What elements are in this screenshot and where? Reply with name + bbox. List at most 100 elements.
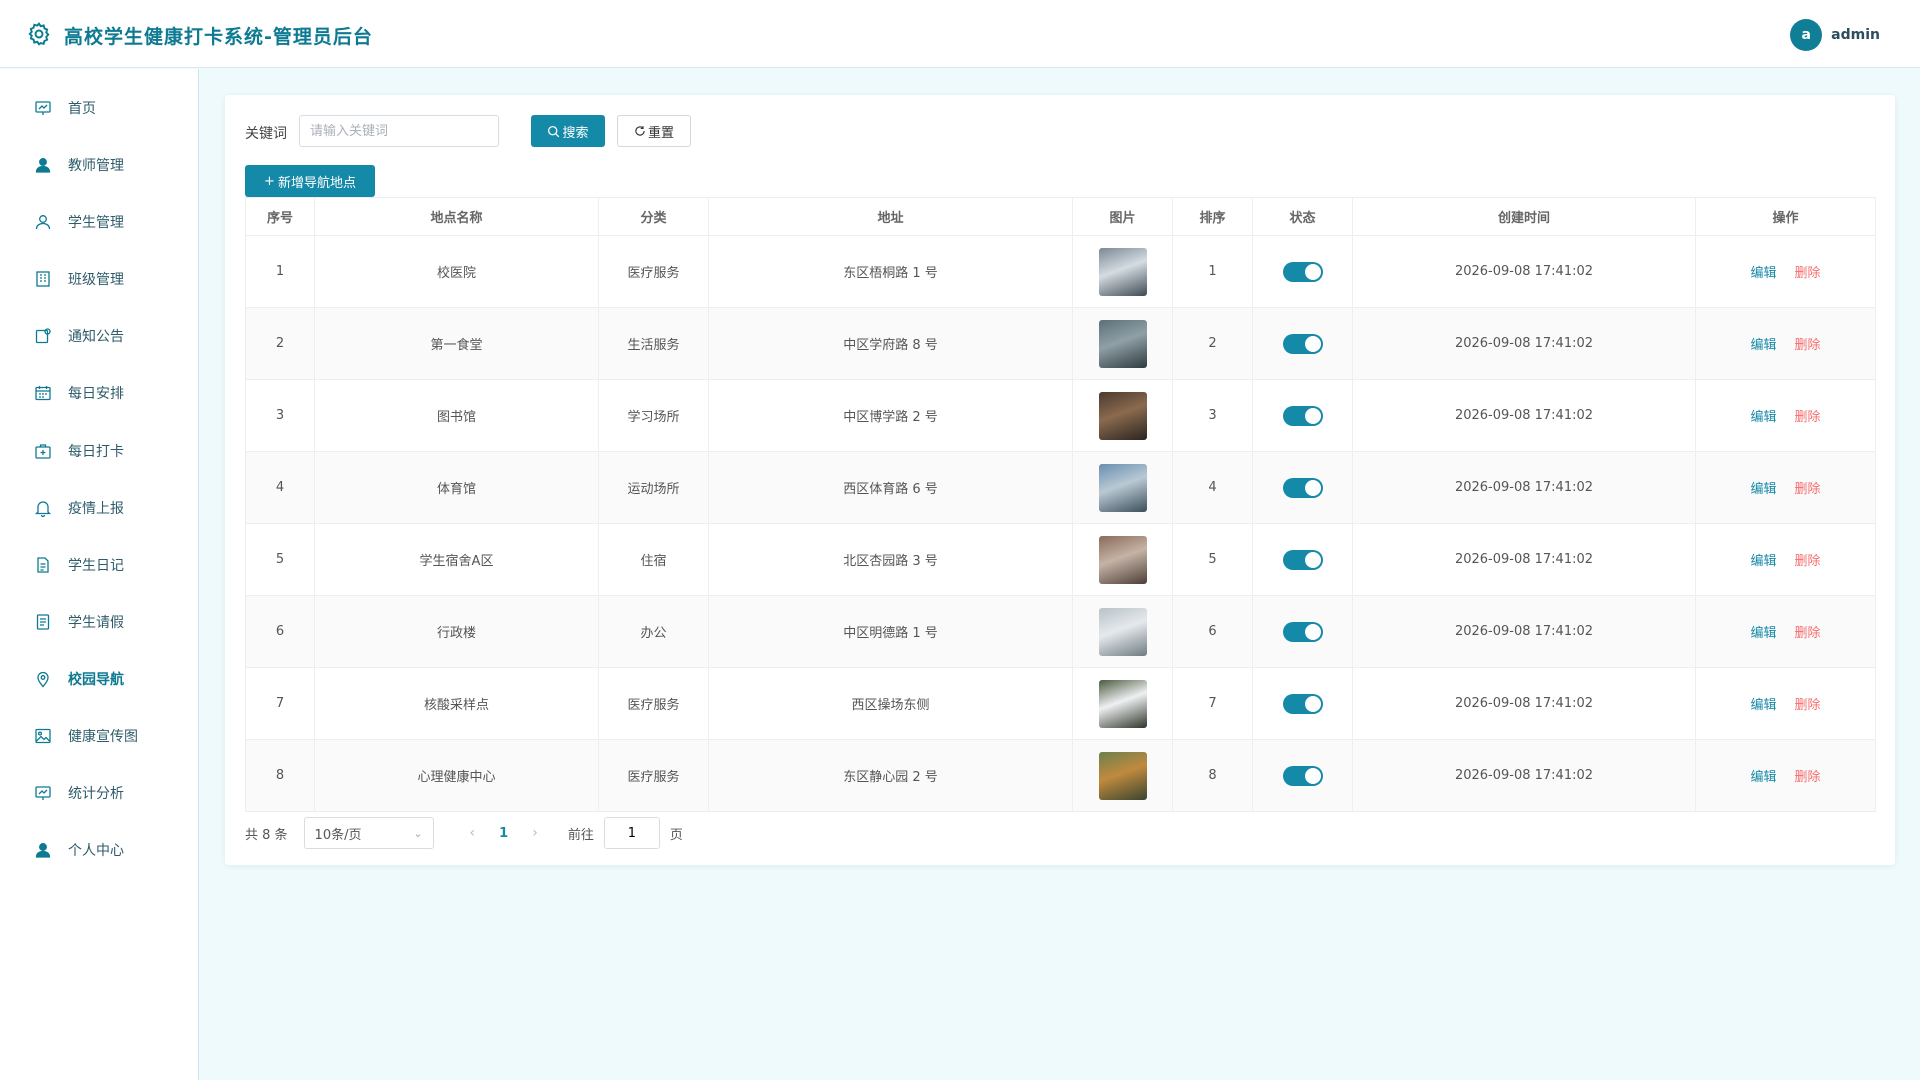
table-header-row: 序号 地点名称 分类 地址 图片 排序 状态 创建时间 操作 (245, 197, 1876, 236)
delete-link[interactable]: 删除 (1795, 410, 1821, 425)
cell-status (1252, 379, 1353, 452)
cell-status (1252, 523, 1353, 596)
sidebar-item-3[interactable]: 班级管理 (0, 259, 199, 299)
page-unit-label: 页 (669, 827, 683, 843)
next-page-icon[interactable]: › (532, 825, 538, 841)
status-toggle[interactable] (1282, 333, 1323, 354)
delete-link[interactable]: 删除 (1795, 266, 1821, 281)
cell-actions: 编辑 删除 (1695, 451, 1876, 524)
add-location-button[interactable]: + 新增导航地点 (245, 165, 375, 197)
username[interactable]: admin (1831, 27, 1880, 43)
cell-category: 生活服务 (598, 307, 709, 380)
cell-actions: 编辑 删除 (1695, 523, 1876, 596)
cell-status (1252, 667, 1353, 740)
location-thumbnail[interactable] (1098, 607, 1147, 656)
goto-page-input[interactable] (603, 817, 660, 849)
edit-link[interactable]: 编辑 (1750, 410, 1776, 425)
page-number-current[interactable]: 1 (499, 826, 508, 841)
sidebar-item-7[interactable]: 疫情上报 (0, 488, 199, 528)
cell-no: 1 (245, 235, 315, 308)
picture-icon (35, 728, 51, 744)
cell-actions: 编辑 删除 (1695, 235, 1876, 308)
sidebar-item-8[interactable]: 学生日记 (0, 545, 199, 585)
sidebar-item-11[interactable]: 健康宣传图 (0, 716, 199, 756)
edit-link[interactable]: 编辑 (1750, 482, 1776, 497)
sidebar-item-2[interactable]: 学生管理 (0, 202, 199, 242)
status-toggle[interactable] (1282, 621, 1323, 642)
cell-image (1072, 451, 1173, 524)
page-size-select[interactable]: 10条/页 ⌄ (303, 817, 434, 849)
table-row: 2 第一食堂 生活服务 中区学府路 8 号 2 2026-09-08 17:41:02 编辑… (245, 307, 1876, 380)
cell-category: 办公 (598, 595, 709, 668)
location-thumbnail[interactable] (1098, 319, 1147, 368)
keyword-input[interactable] (299, 115, 499, 147)
status-toggle[interactable] (1282, 693, 1323, 714)
edit-link[interactable]: 编辑 (1750, 626, 1776, 641)
search-button[interactable]: 搜索 (531, 115, 605, 147)
building-icon (36, 271, 50, 287)
user-outline-icon (35, 215, 51, 230)
sidebar-item-1[interactable]: 教师管理 (0, 145, 199, 185)
column-header: 地址 (708, 197, 1073, 236)
cell-category: 住宿 (598, 523, 709, 596)
edit-link[interactable]: 编辑 (1750, 554, 1776, 569)
cell-name: 体育馆 (314, 451, 599, 524)
prev-page-icon[interactable]: ‹ (470, 825, 476, 841)
location-thumbnail[interactable] (1098, 247, 1147, 296)
cell-sort: 8 (1172, 739, 1253, 812)
delete-link[interactable]: 删除 (1795, 482, 1821, 497)
pagination: 共 8 条 10条/页 ⌄ ‹ 1 › 前往 页 (245, 817, 683, 849)
sidebar-item-4[interactable]: 通知公告 (0, 316, 199, 356)
status-toggle[interactable] (1282, 477, 1323, 498)
location-thumbnail[interactable] (1098, 463, 1147, 512)
sidebar-item-label: 疫情上报 (68, 501, 124, 517)
cell-sort: 6 (1172, 595, 1253, 668)
page-size-value: 10条/页 (314, 827, 362, 843)
sidebar-item-label: 教师管理 (68, 158, 124, 174)
delete-link[interactable]: 删除 (1795, 626, 1821, 641)
delete-link[interactable]: 删除 (1795, 554, 1821, 569)
delete-link[interactable]: 删除 (1795, 338, 1821, 353)
sidebar-item-12[interactable]: 统计分析 (0, 773, 199, 813)
sidebar-item-9[interactable]: 学生请假 (0, 602, 199, 642)
location-thumbnail[interactable] (1098, 751, 1147, 800)
gear-icon (28, 22, 50, 46)
delete-link[interactable]: 删除 (1795, 698, 1821, 713)
column-header: 序号 (245, 197, 315, 236)
app-title: 高校学生健康打卡系统-管理员后台 (64, 26, 373, 48)
avatar[interactable]: a (1790, 19, 1823, 51)
sidebar-item-5[interactable]: 每日安排 (0, 373, 199, 413)
sidebar-item-13[interactable]: 个人中心 (0, 830, 199, 870)
status-toggle[interactable] (1282, 261, 1323, 282)
status-toggle[interactable] (1282, 765, 1323, 786)
cell-name: 核酸采样点 (314, 667, 599, 740)
edit-link[interactable]: 编辑 (1750, 266, 1776, 281)
column-header: 操作 (1695, 197, 1876, 236)
user-menu[interactable]: a admin (1790, 19, 1880, 51)
sidebar-item-label: 个人中心 (68, 843, 124, 859)
sidebar-item-label: 健康宣传图 (68, 729, 138, 745)
reset-button[interactable]: 重置 (617, 115, 691, 147)
edit-link[interactable]: 编辑 (1750, 338, 1776, 353)
edit-link[interactable]: 编辑 (1750, 698, 1776, 713)
sidebar-item-0[interactable]: 首页 (0, 88, 199, 128)
cell-created: 2026-09-08 17:41:02 (1352, 235, 1696, 308)
location-thumbnail[interactable] (1098, 535, 1147, 584)
cell-status (1252, 595, 1353, 668)
chevron-down-icon: ⌄ (413, 826, 423, 840)
goto-label: 前往 (567, 827, 594, 843)
reset-button-label: 重置 (647, 125, 674, 141)
medical-box-icon (35, 444, 51, 459)
sidebar-item-label: 学生管理 (68, 215, 124, 231)
delete-link[interactable]: 删除 (1795, 770, 1821, 785)
location-thumbnail[interactable] (1098, 679, 1147, 728)
status-toggle[interactable] (1282, 549, 1323, 570)
cell-name: 校医院 (314, 235, 599, 308)
edit-link[interactable]: 编辑 (1750, 770, 1776, 785)
sidebar-item-6[interactable]: 每日打卡 (0, 431, 199, 471)
location-thumbnail[interactable] (1098, 391, 1147, 440)
content-card: 关键词 搜索 重置 + 新增导航地点 序号地点名称分类地址图片排序状态创建时间操… (225, 95, 1895, 865)
status-toggle[interactable] (1282, 405, 1323, 426)
sidebar-item-label: 班级管理 (68, 272, 124, 288)
sidebar-item-10[interactable]: 校园导航 (0, 659, 199, 699)
